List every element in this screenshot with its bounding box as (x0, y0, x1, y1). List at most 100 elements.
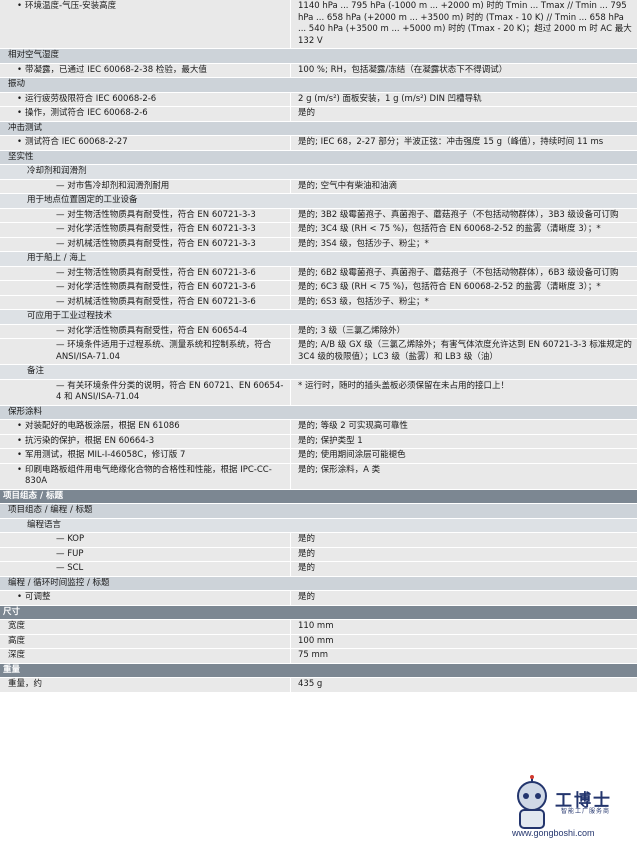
spec-value: 是的; 保护类型 1 (290, 434, 637, 448)
section-title: 相对空气湿度 (8, 50, 60, 60)
spec-value: 是的; 空气中有柴油和油滴 (290, 179, 637, 193)
spec-row: — 对机械活性物质具有耐受性，符合 EN 60721-3-6 是的; 6S3 级，… (0, 295, 637, 310)
section-header: 项目组态 / 编程 / 标题 (0, 504, 637, 519)
section-title: 振动 (8, 79, 26, 89)
spec-label: — SCL (0, 562, 290, 576)
spec-row: — 环境条件适用于过程系统、测量系统和控制系统，符合 ANSI/ISA-71.0… (0, 339, 637, 365)
spec-label: 操作，测试符合 IEC 60068-2-6 (0, 107, 290, 121)
section-title: 项目组态 / 标题 (3, 490, 64, 501)
section-header: 冲击测试 (0, 121, 637, 136)
major-section-header: 重量 (0, 663, 637, 678)
spec-value: 是的; A/B 级 GX 级（三氯乙烯除外；有害气体浓度允许达到 EN 6072… (290, 339, 637, 364)
section-title: 坚实性 (8, 151, 34, 162)
watermark-title: 工博士 (555, 791, 612, 811)
spec-value: 1140 hPa ... 795 hPa (-1000 m ... +2000 … (290, 0, 637, 48)
spec-value: 110 mm (290, 620, 637, 634)
spec-value: 是的; 3C4 级 (RH < 75 %)，包括符合 EN 60068-2-52… (290, 223, 637, 237)
spec-value: 是的; 3 级（三氯乙烯除外） (290, 324, 637, 338)
spec-value: 是的 (290, 107, 637, 121)
spec-value: 100 mm (290, 634, 637, 648)
spec-row: 环境温度-气压-安装高度1140 hPa ... 795 hPa (-1000 … (0, 0, 637, 49)
section-title: 冷却剂和润滑剂 (27, 166, 87, 176)
spec-value: 是的; 保形涂料，A 类 (290, 463, 637, 489)
spec-row: 高度 100 mm (0, 634, 637, 649)
spec-value: 是的 (290, 533, 637, 547)
section-title: 可应用于工业过程技术 (27, 311, 113, 321)
spec-row: — 对市售冷却剂和润滑剂耐用 是的; 空气中有柴油和油滴 (0, 179, 637, 194)
watermark-logo: 工博士 智能工厂服务商 www.gongboshi.com (500, 766, 637, 847)
spec-row: 重量，约 435 g (0, 678, 637, 693)
spec-value: 435 g (290, 678, 637, 692)
spec-label: 运行疲劳极限符合 IEC 60068-2-6 (0, 92, 290, 106)
section-title: 保形涂料 (8, 406, 43, 417)
spec-label: — 对生物活性物质具有耐受性，符合 EN 60721-3-3 (0, 208, 290, 222)
spec-value: 是的 (290, 591, 637, 605)
section-title: 用于地点位置固定的工业设备 (27, 195, 138, 205)
spec-label: — 对机械活性物质具有耐受性，符合 EN 60721-3-6 (0, 295, 290, 309)
section-title: 尺寸 (3, 606, 21, 617)
subsection-header: 冷却剂和润滑剂 (0, 165, 637, 180)
spec-row: 可调整是的 (0, 591, 637, 606)
spec-label: — KOP (0, 533, 290, 547)
spec-label: — 对市售冷却剂和润滑剂耐用 (0, 179, 290, 193)
spec-value: 是的; 等级 2 可实现高可靠性 (290, 420, 637, 434)
spec-label: 深度 (0, 649, 290, 663)
spec-value: 是的; 6B2 级霉菌孢子、真菌孢子、蘑菇孢子（不包括动物群体），6B3 级设备… (290, 266, 637, 280)
section-title: 项目组态 / 编程 / 标题 (8, 505, 93, 515)
section-header: 相对空气湿度 (0, 49, 637, 64)
spec-value: 是的 (290, 547, 637, 561)
watermark-subtitle: 智能工厂服务商 (561, 808, 611, 815)
section-title: 编程语言 (27, 519, 62, 530)
spec-label: 宽度 (0, 620, 290, 634)
spec-table: 环境温度-气压-安装高度1140 hPa ... 795 hPa (-1000 … (0, 0, 637, 693)
spec-label: 环境温度-气压-安装高度 (0, 0, 290, 48)
spec-row: 军用测试，根据 MIL-I-46058C，修订版 7是的; 使用期间涂层可能褪色 (0, 449, 637, 464)
spec-row: 深度 75 mm (0, 649, 637, 664)
spec-row: 带凝露，已通过 IEC 60068-2-38 检验，最大值100 %; RH，包… (0, 63, 637, 78)
spec-value: 是的; IEC 68，2-27 部分；半波正弦：冲击强度 15 g（峰值），持续… (290, 136, 637, 150)
section-header: 坚实性 (0, 150, 637, 165)
robot-mascot-icon (517, 775, 547, 829)
subsection-header: 可应用于工业过程技术 (0, 310, 637, 325)
spec-row: — 对生物活性物质具有耐受性，符合 EN 60721-3-6 是的; 6B2 级霉… (0, 266, 637, 281)
subsection-header: 用于地点位置固定的工业设备 (0, 194, 637, 209)
spec-label: — 对机械活性物质具有耐受性，符合 EN 60721-3-3 (0, 237, 290, 251)
spec-label: — 对化学活性物质具有耐受性，符合 EN 60654-4 (0, 324, 290, 338)
section-header: 振动 (0, 78, 637, 93)
spec-row: — 有关环境条件分类的说明，符合 EN 60721、EN 60654-4 和 A… (0, 379, 637, 406)
spec-row: — 对化学活性物质具有耐受性，符合 EN 60654-4 是的; 3 级（三氯乙烯… (0, 324, 637, 339)
spec-row: 印刷电路板组件用电气绝缘化合物的合格性和性能，根据 IPC-CC-830A是的;… (0, 463, 637, 490)
spec-value: 是的 (290, 562, 637, 576)
subsection-header: 用于船上 / 海上 (0, 252, 637, 267)
spec-label: — 环境条件适用于过程系统、测量系统和控制系统，符合 ANSI/ISA-71.0… (0, 339, 290, 364)
spec-row: 抗污染的保护，根据 EN 60664-3是的; 保护类型 1 (0, 434, 637, 449)
section-header: 编程 / 循环时间监控 / 标题 (0, 576, 637, 591)
spec-row: — SCL 是的 (0, 562, 637, 577)
watermark-url: www.gongboshi.com (512, 828, 595, 838)
spec-row: 操作，测试符合 IEC 60068-2-6是的 (0, 107, 637, 122)
spec-row: — KOP 是的 (0, 533, 637, 548)
spec-label: 测试符合 IEC 60068-2-27 (0, 136, 290, 150)
spec-row: — 对机械活性物质具有耐受性，符合 EN 60721-3-3 是的; 3S4 级，… (0, 237, 637, 252)
spec-value: 是的; 3S4 级，包括沙子、粉尘；* (290, 237, 637, 251)
spec-value: 是的; 3B2 级霉菌孢子、真菌孢子、蘑菇孢子（不包括动物群体），3B3 级设备… (290, 208, 637, 222)
spec-row: 运行疲劳极限符合 IEC 60068-2-62 g (m/s²) 面板安装，1 … (0, 92, 637, 107)
spec-row: 测试符合 IEC 60068-2-27是的; IEC 68，2-27 部分；半波… (0, 136, 637, 151)
section-title: 冲击测试 (8, 122, 43, 133)
subsection-header: 备注 (0, 365, 637, 380)
spec-label: 重量，约 (0, 678, 290, 692)
spec-label: — 对化学活性物质具有耐受性，符合 EN 60721-3-3 (0, 223, 290, 237)
spec-value: 是的; 6C3 级 (RH < 75 %)，包括符合 EN 60068-2-52… (290, 281, 637, 295)
section-title: 重量 (3, 664, 21, 675)
spec-label: 带凝露，已通过 IEC 60068-2-38 检验，最大值 (0, 63, 290, 77)
major-section-header: 尺寸 (0, 605, 637, 620)
spec-label: 高度 (0, 634, 290, 648)
section-title: 备注 (27, 366, 45, 376)
spec-row: — FUP 是的 (0, 547, 637, 562)
spec-row: 对装配好的电路板涂层，根据 EN 61086是的; 等级 2 可实现高可靠性 (0, 420, 637, 435)
section-title: 用于船上 / 海上 (27, 253, 87, 263)
spec-label: 可调整 (0, 591, 290, 605)
spec-value: 75 mm (290, 649, 637, 663)
spec-row: — 对化学活性物质具有耐受性，符合 EN 60721-3-3 是的; 3C4 级 … (0, 223, 637, 238)
spec-label: — FUP (0, 547, 290, 561)
